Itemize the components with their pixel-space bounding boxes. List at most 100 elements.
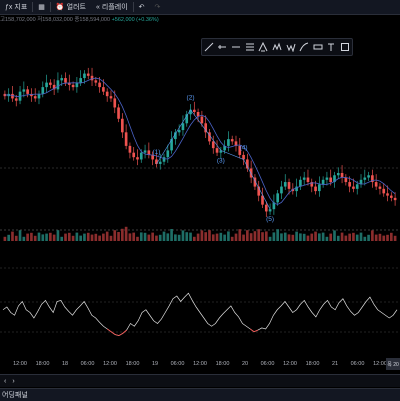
volume-bar: [158, 234, 162, 241]
volume-bar: [132, 232, 136, 241]
volume-bar: [242, 234, 245, 241]
volume-bar: [336, 235, 340, 241]
volume-bar: [22, 236, 26, 241]
brush-icon[interactable]: [299, 42, 309, 52]
volume-bar: [174, 234, 177, 241]
volume-bar: [211, 234, 215, 241]
volume-bar: [60, 236, 64, 241]
candle-body: [98, 82, 101, 88]
candle-body: [325, 177, 329, 180]
candle-body: [374, 182, 378, 187]
volume-bar: [189, 232, 192, 241]
candle-body: [14, 98, 18, 101]
candle-body: [321, 179, 325, 185]
candle-body: [102, 87, 105, 92]
candle-body: [367, 175, 370, 178]
candle-body: [121, 118, 124, 133]
volume-bar: [314, 231, 317, 241]
volume-bar: [37, 232, 41, 241]
redo-icon: ↷: [154, 4, 161, 11]
volume-bar: [234, 233, 238, 241]
pitchfork-icon[interactable]: [258, 42, 268, 52]
candle-body: [378, 186, 382, 189]
wave-label: (3): [217, 157, 225, 164]
volume-bar: [124, 226, 128, 241]
layout-button[interactable]: ▦: [33, 3, 50, 11]
candle-body: [109, 96, 113, 99]
candle-body: [113, 98, 117, 108]
oscillator-line: [2, 292, 398, 336]
alert-button[interactable]: ⏰ 얼러트: [51, 2, 91, 12]
redo-button[interactable]: ↷: [150, 3, 166, 11]
candle-body: [211, 141, 215, 149]
volume-bar: [185, 232, 189, 241]
layout-icon: ▦: [38, 4, 45, 11]
candle-body: [181, 123, 185, 131]
volume-bar: [56, 230, 60, 241]
volume-bar: [192, 236, 196, 241]
volume-bar: [208, 230, 211, 241]
volume-bar: [355, 234, 359, 241]
volume-bar: [340, 232, 344, 241]
volume-bar: [128, 233, 132, 241]
volume-bar: [306, 235, 310, 241]
candle-body: [143, 150, 147, 153]
measure-icon[interactable]: [313, 42, 323, 52]
rect-icon[interactable]: [340, 42, 350, 52]
volume-bar: [83, 233, 86, 241]
volume-bar: [371, 230, 374, 241]
indicators-button[interactable]: ƒx 지표: [0, 2, 32, 12]
volume-bar: [359, 232, 363, 241]
volume-bar: [181, 230, 185, 241]
replay-button[interactable]: « 리플레이: [91, 2, 133, 12]
candle-body: [276, 193, 279, 203]
volume-bar: [382, 235, 386, 241]
volume-bar: [151, 232, 154, 241]
candle-body: [200, 116, 204, 124]
time-axis-label: 12:00: [13, 361, 27, 367]
volume-bar: [295, 231, 298, 241]
ohlc-change: +562,000 (+0.36%): [111, 17, 159, 23]
volume-bar: [378, 233, 382, 241]
alarm-icon: ⏰: [55, 4, 65, 11]
trend-line-icon[interactable]: [204, 42, 214, 52]
candle-body: [33, 96, 37, 99]
volume-bar: [166, 233, 170, 241]
horizontal-line-icon[interactable]: [231, 42, 241, 52]
candle-body: [306, 177, 310, 183]
volume-bar: [344, 235, 348, 241]
candle-body: [189, 109, 192, 115]
ohlc-readout: 고158,702,000 저158,032,000 종158,594,000 +…: [0, 15, 159, 23]
ray-icon[interactable]: [217, 42, 227, 52]
ohlc-high: 고158,702,000: [0, 17, 36, 23]
undo-button[interactable]: ↶: [134, 3, 150, 11]
volume-bar: [348, 233, 351, 241]
candle-body: [41, 87, 45, 94]
scroll-right-icon[interactable]: ›: [12, 378, 14, 385]
fib-icon[interactable]: [245, 42, 255, 52]
pattern-icon[interactable]: [272, 42, 282, 52]
volume-bar: [98, 235, 101, 241]
volume-bar: [352, 232, 355, 241]
time-axis[interactable]: 12:00 18:00 18 06:00 12:00 18:00 19 06:00 12:00 1…: [0, 357, 400, 371]
trading-panel-bar[interactable]: 어딩패널: [0, 388, 400, 401]
candle-body: [363, 177, 367, 180]
volume-bar: [268, 236, 272, 241]
volume-bar: [287, 234, 291, 241]
volume-bar: [283, 232, 287, 241]
volume-bar: [329, 233, 333, 241]
volume-bar: [219, 232, 223, 241]
volume-bar: [389, 232, 393, 241]
scroll-left-icon[interactable]: ‹: [4, 378, 6, 385]
time-axis-label: 06:00: [170, 361, 185, 367]
text-icon[interactable]: [326, 42, 336, 52]
chart-canvas[interactable]: (1) (2) (3) (4) (5): [0, 0, 400, 400]
wave-label: (4): [240, 144, 248, 151]
candle-body: [22, 89, 26, 92]
wave-icon[interactable]: [286, 42, 296, 52]
volume-bar: [261, 232, 264, 241]
volume-bar: [79, 235, 82, 241]
candle-body: [382, 188, 386, 194]
candle-body: [348, 182, 351, 187]
candle-body: [318, 184, 321, 192]
